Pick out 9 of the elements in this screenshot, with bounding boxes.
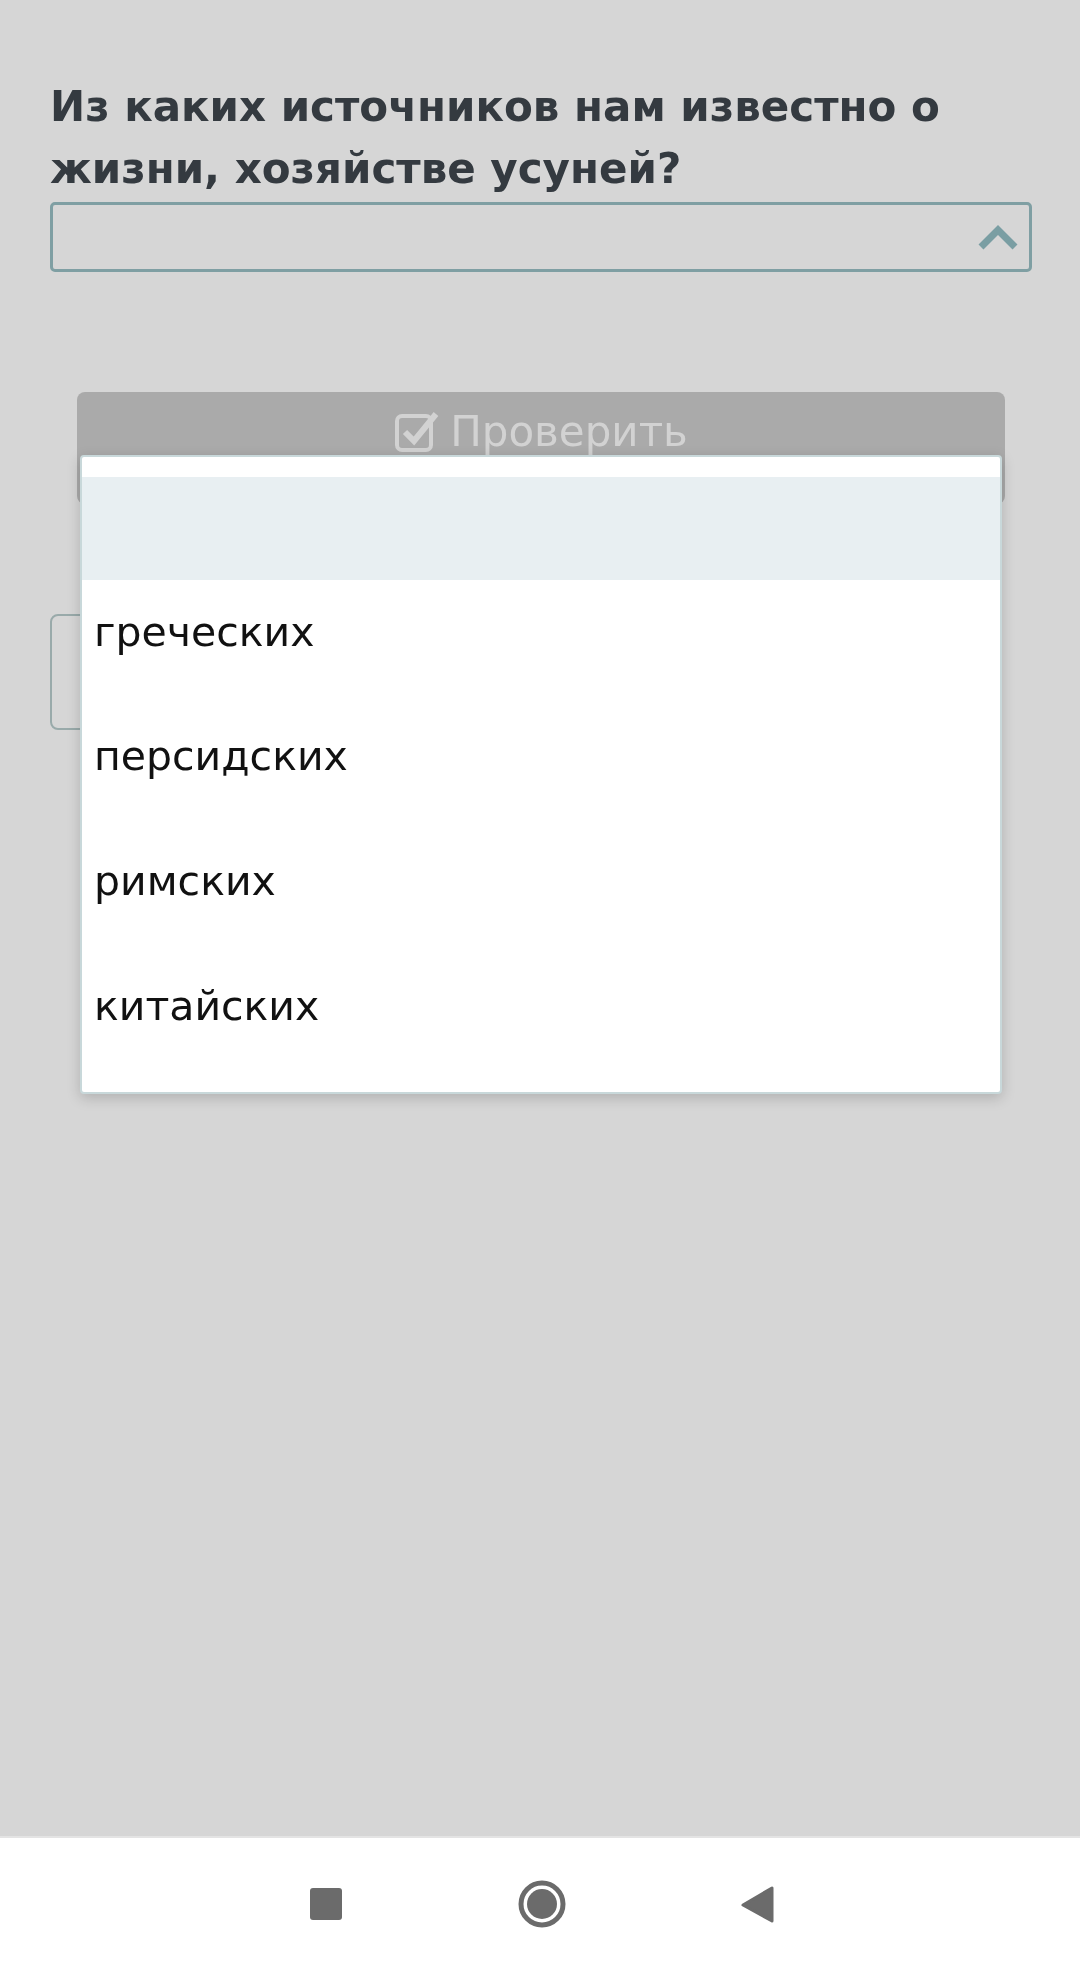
question-text: Из каких источников нам известно о жизни, хозяйстве усуней?	[50, 81, 941, 195]
dropdown-option[interactable]: греческих	[82, 580, 1000, 693]
dropdown-option[interactable]: римских	[82, 818, 1000, 943]
home-icon[interactable]	[518, 1880, 566, 1928]
square-icon[interactable]	[308, 1886, 344, 1922]
dropdown-option[interactable]: персидских	[82, 693, 1000, 818]
dropdown-field[interactable]	[50, 202, 1032, 272]
chevron-up-icon	[977, 223, 1019, 251]
dropdown-option[interactable]: китайских	[82, 943, 1000, 1068]
